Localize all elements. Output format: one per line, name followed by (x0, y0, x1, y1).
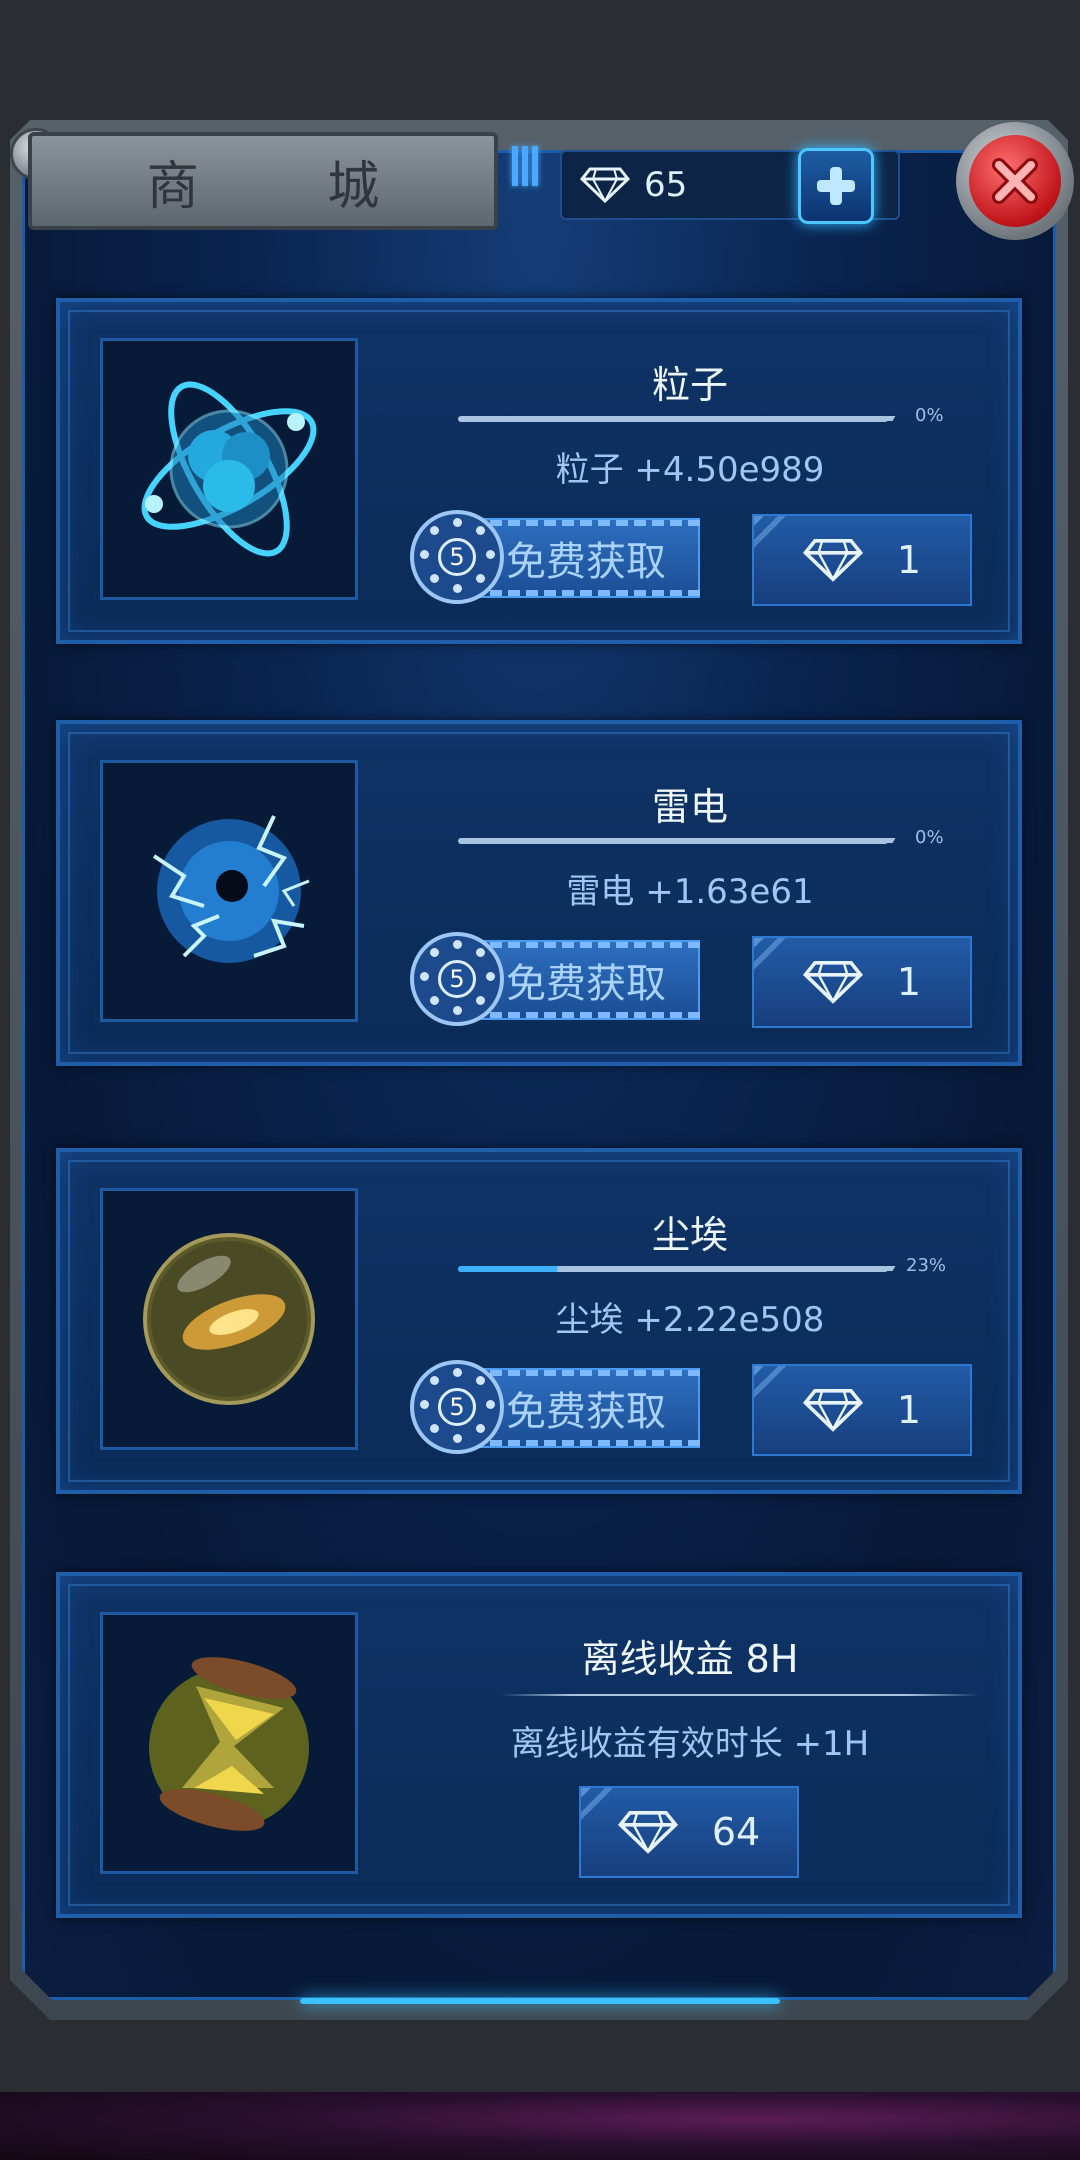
page-title: 商 城 (146, 156, 436, 217)
item-icon-box (100, 338, 358, 600)
price-value: 64 (711, 1810, 761, 1854)
divider (500, 1694, 980, 1696)
diamond-icon (802, 539, 863, 582)
shop-item-lightning: 雷电 0% 雷电 +1.63e61 免费获取 5 1 (56, 720, 1022, 1066)
buy-with-gems-button[interactable]: 1 (752, 936, 972, 1028)
free-get-label: 免费获取 (506, 539, 666, 585)
close-button[interactable] (956, 122, 1074, 240)
diamond-icon (802, 961, 863, 1004)
item-title: 雷电 (651, 785, 728, 829)
progress-percent: 0% (915, 827, 944, 848)
item-icon-box (100, 760, 358, 1022)
free-get-label: 免费获取 (506, 961, 666, 1007)
shop-item-dust: 尘埃 23% 尘埃 +2.22e508 免费获取 5 1 (56, 1148, 1022, 1494)
reward-text: 粒子 +4.50e989 (555, 450, 825, 490)
item-title: 尘埃 (651, 1213, 728, 1257)
progress-percent: 0% (915, 405, 944, 426)
particle-icon (141, 381, 317, 557)
progress-bar (458, 1266, 888, 1272)
diamond-icon (802, 1389, 863, 1432)
free-get-button[interactable]: 免费获取 5 (410, 1360, 702, 1454)
film-reel-icon: 5 (410, 510, 504, 604)
item-title: 粒子 (651, 363, 728, 407)
buy-with-gems-button[interactable]: 1 (752, 1364, 972, 1456)
item-title: 离线收益 8H (581, 1637, 799, 1681)
gem-count: 65 (644, 165, 688, 205)
free-get-button[interactable]: 免费获取 5 (410, 932, 702, 1026)
item-icon-box (100, 1188, 358, 1450)
hourglass-icon (149, 1657, 309, 1831)
film-reel-icon: 5 (410, 932, 504, 1026)
progress-bar (458, 838, 888, 844)
film-reel-icon: 5 (410, 1360, 504, 1454)
buy-with-gems-button[interactable]: 1 (752, 514, 972, 606)
price-value: 1 (896, 960, 922, 1004)
price-value: 1 (896, 1388, 922, 1432)
progress-fill (458, 1266, 557, 1272)
price-value: 1 (896, 538, 922, 582)
panel-glow-line (300, 1998, 780, 2004)
reward-text: 尘埃 +2.22e508 (555, 1300, 825, 1340)
diamond-icon (617, 1811, 678, 1854)
bars-decoration (512, 146, 542, 186)
free-get-label: 免费获取 (506, 1389, 666, 1435)
title-plate: 商 城 (28, 132, 498, 230)
plus-icon (817, 167, 855, 205)
lightning-icon (152, 815, 310, 963)
ad-count-badge: 5 (438, 960, 476, 998)
ad-count-badge: 5 (438, 538, 476, 576)
progress-percent: 23% (906, 1255, 947, 1276)
shop-item-offline-earnings: 离线收益 8H 离线收益有效时长 +1H 64 (56, 1572, 1022, 1918)
ad-count-badge: 5 (438, 1388, 476, 1426)
shop-item-particle: 粒子 0% 粒子 +4.50e989 免费获取 5 1 (56, 298, 1022, 644)
item-icon-box (100, 1612, 358, 1874)
buy-with-gems-button[interactable]: 64 (579, 1786, 799, 1878)
dust-icon (143, 1233, 315, 1405)
progress-bar (458, 416, 888, 422)
close-icon (992, 158, 1038, 204)
reward-text: 雷电 +1.63e61 (566, 872, 814, 912)
free-get-button[interactable]: 免费获取 5 (410, 510, 702, 604)
diamond-icon (580, 167, 630, 203)
reward-text: 离线收益有效时长 +1H (510, 1724, 870, 1764)
add-gems-button[interactable] (798, 148, 874, 224)
space-background (0, 2092, 1080, 2160)
